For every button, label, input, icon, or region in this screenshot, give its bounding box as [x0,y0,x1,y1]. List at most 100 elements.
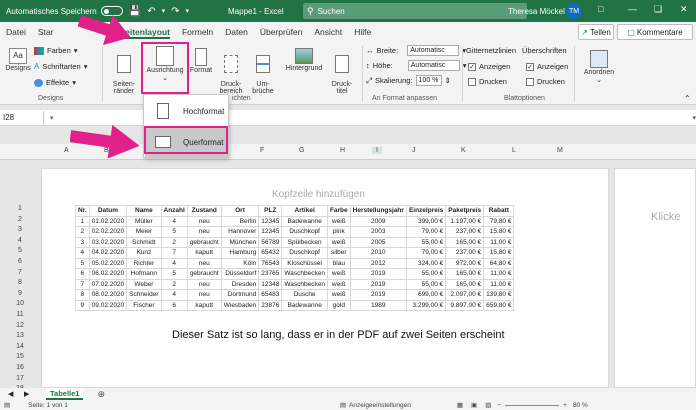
table-cell[interactable]: weiß [326,215,351,227]
table-cell[interactable]: Hamburg [220,247,260,259]
display-settings[interactable]: Anzeigeeinstellungen [349,402,411,409]
table-cell[interactable]: silber [326,247,351,259]
table-cell[interactable]: neu [186,289,222,301]
table-cell[interactable]: 5 [160,226,188,238]
table-cell[interactable]: 2010 [349,247,407,259]
avatar[interactable]: TM [566,3,582,19]
table-cell[interactable]: 2003 [349,226,407,238]
scale-input[interactable]: 100 % [415,75,442,86]
table-cell[interactable]: 659,80 € [483,299,515,311]
table-cell[interactable]: Badewanne [281,215,328,227]
table-cell[interactable]: 79,00 € [405,226,447,238]
table-cell[interactable]: 165,00 € [445,236,485,248]
table-cell[interactable]: 03.02.2020 [88,236,128,248]
table-cell[interactable]: 02.02.2020 [88,226,128,238]
table-cell[interactable]: 11,00 € [483,236,515,248]
zoom-out-icon[interactable]: − [497,402,501,409]
table-cell[interactable]: kaputt [186,247,222,259]
chevron-down-icon[interactable]: ▾ [463,61,467,70]
column-header[interactable]: Name [126,205,162,217]
table-cell[interactable]: 9 [75,299,90,311]
table-cell[interactable]: 5 [160,268,188,280]
table-cell[interactable]: 09.02.2020 [88,299,128,311]
table-cell[interactable]: neu [186,226,222,238]
ribbon-display-icon[interactable]: □ [598,4,603,14]
column-header[interactable]: Farbe [326,205,351,217]
column-header[interactable]: Datum [88,205,128,217]
table-cell[interactable]: 79,00 € [405,247,447,259]
table-cell[interactable]: Spülbecken [281,236,328,248]
maximize-icon[interactable]: ❏ [654,4,662,15]
table-cell[interactable]: Dusche [281,289,328,301]
user-name[interactable]: Theresa Möckel [508,7,565,16]
table-cell[interactable]: 237,00 € [445,247,485,259]
zoom-in-icon[interactable]: + [563,402,567,409]
table-cell[interactable]: neu [186,215,222,227]
undo-icon[interactable]: ↶ [147,6,155,17]
table-cell[interactable]: Köln [220,257,260,269]
row-number[interactable]: 10 [10,300,30,307]
schriftarten-button[interactable]: A Schriftarten ▾ [34,62,87,71]
table-cell[interactable]: 324,00 € [405,257,447,269]
designs-button[interactable]: Aa Designs [4,48,32,72]
column-m[interactable]: M [557,147,563,154]
column-h[interactable]: H [340,147,345,154]
table-cell[interactable]: 04.02.2020 [88,247,128,259]
table-cell[interactable]: 2.097,00 € [445,289,485,301]
effekte-button[interactable]: Effekte ▾ [34,78,76,87]
table-cell[interactable]: 972,00 € [445,257,485,269]
table-cell[interactable]: neu [186,278,222,290]
table-cell[interactable]: gold [326,299,351,311]
row-number[interactable]: 1 [10,205,30,212]
table-cell[interactable]: neu [186,257,222,269]
table-cell[interactable]: pink [326,226,351,238]
minimize-icon[interactable]: — [628,4,637,14]
row-number[interactable]: 14 [10,343,30,350]
undo-dropdown-icon[interactable]: ▾ [162,7,166,15]
table-cell[interactable]: München [220,236,260,248]
table-cell[interactable]: 12345 [258,226,283,238]
print-area-button[interactable]: Druck- bereich [216,48,246,95]
table-cell[interactable]: 165,00 € [445,278,485,290]
table-cell[interactable]: 399,00 € [405,215,447,227]
redo-icon[interactable]: ↷ [171,6,179,17]
comments-button[interactable]: ▢ Kommentare [617,24,693,40]
table-cell[interactable]: Weber [126,278,162,290]
row-number[interactable]: 13 [10,332,30,339]
height-select[interactable]: Automatisc [407,60,460,71]
table-cell[interactable]: 2019 [349,268,407,280]
size-button[interactable]: Format [188,48,214,74]
table-cell[interactable]: 5 [75,257,90,269]
header-placeholder[interactable]: Kopfzeile hinzufügen [272,189,365,200]
add-sheet-icon[interactable]: ⊕ [97,389,105,400]
table-cell[interactable]: Schmidt [126,236,162,248]
table-cell[interactable]: Kunz [126,247,162,259]
column-f[interactable]: F [260,147,264,154]
table-cell[interactable]: 64,80 € [483,257,515,269]
table-cell[interactable]: weiß [326,278,351,290]
width-select[interactable]: Automatisc [407,45,460,56]
breaks-button[interactable]: Um- brüche [248,48,278,95]
headings-view-checkbox[interactable]: ✓ Anzeigen [526,62,568,71]
table-cell[interactable]: 12348 [258,278,283,290]
table-cell[interactable]: 01.02.2020 [88,215,128,227]
table-cell[interactable]: 9.897,00 € [445,299,485,311]
table-cell[interactable]: 2 [75,226,90,238]
row-number[interactable]: 3 [10,226,30,233]
table-cell[interactable]: 1 [75,215,90,227]
margins-button[interactable]: Seiten- ränder [108,48,140,95]
table-cell[interactable]: 2 [160,278,188,290]
background-button[interactable]: Hintergrund [282,48,326,72]
spinner-icon[interactable]: ⇕ [445,76,451,85]
column-header[interactable]: Ort [220,205,260,217]
view-page-layout-icon[interactable]: ▣ [471,401,477,409]
row-number[interactable]: 12 [10,322,30,329]
table-cell[interactable]: Berlin [220,215,260,227]
tab-ansicht[interactable]: Ansicht [308,22,348,42]
view-page-break-icon[interactable]: ▧ [485,401,491,409]
sheet-prev-icon[interactable]: ◀ [8,390,13,398]
row-number[interactable]: 4 [10,237,30,244]
table-cell[interactable]: 15,80 € [483,247,515,259]
table-cell[interactable]: Hannover [220,226,260,238]
row-number[interactable]: 11 [10,311,30,318]
